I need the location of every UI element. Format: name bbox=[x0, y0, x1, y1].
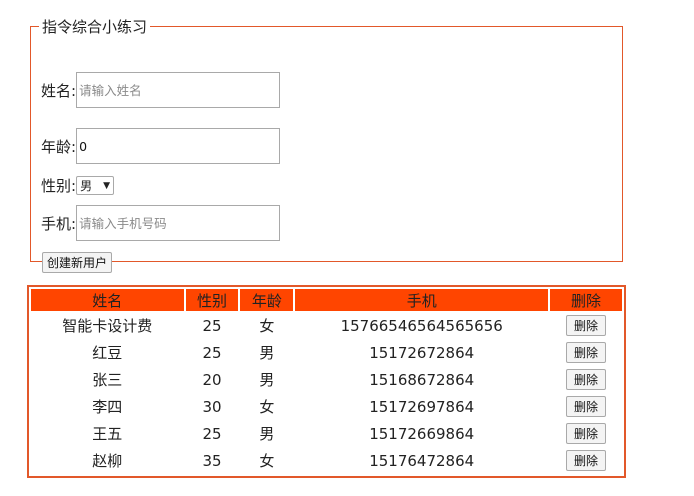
delete-button[interactable]: 删除 bbox=[566, 423, 607, 444]
cell-phone: 15172697864 bbox=[369, 397, 475, 416]
age-input[interactable] bbox=[76, 128, 281, 164]
delete-button[interactable]: 删除 bbox=[566, 396, 607, 417]
cell-name: 张三 bbox=[92, 371, 123, 389]
delete-button[interactable]: 删除 bbox=[566, 315, 607, 336]
cell-delete: 删除 bbox=[550, 421, 622, 446]
cell-name: 红豆 bbox=[92, 344, 123, 362]
cell-age: 男 bbox=[259, 344, 275, 362]
form-legend: 指令综合小练习 bbox=[42, 18, 148, 36]
cell-phone: 15176472864 bbox=[369, 451, 475, 470]
gender-row: 性别: 男 ▼ bbox=[41, 175, 115, 196]
create-row: 创建新用户 bbox=[42, 252, 113, 273]
delete-button[interactable]: 删除 bbox=[566, 342, 607, 363]
gender-select[interactable]: 男 ▼ bbox=[76, 176, 115, 195]
cell-name: 智能卡设计费 bbox=[62, 317, 153, 335]
table-row: 赵柳 35 女 15176472864 删除 bbox=[31, 448, 622, 473]
age-row: 年龄: bbox=[41, 128, 281, 164]
header-gender: 性别 bbox=[185, 289, 239, 311]
cell-gender: 25 bbox=[202, 424, 222, 443]
cell-age: 女 bbox=[259, 452, 275, 470]
cell-delete: 删除 bbox=[550, 448, 622, 473]
cell-phone: 15168672864 bbox=[369, 370, 475, 389]
name-input[interactable] bbox=[76, 72, 281, 108]
delete-button[interactable]: 删除 bbox=[566, 369, 607, 390]
cell-age: 男 bbox=[259, 371, 275, 389]
cell-age: 女 bbox=[259, 317, 275, 335]
cell-name: 赵柳 bbox=[92, 452, 123, 470]
header-phone: 手机 bbox=[295, 289, 549, 311]
name-row: 姓名: bbox=[41, 72, 281, 108]
header-age: 年龄 bbox=[240, 289, 294, 311]
cell-delete: 删除 bbox=[550, 367, 622, 392]
phone-input[interactable] bbox=[76, 205, 281, 241]
cell-phone: 15766546564565656 bbox=[340, 316, 503, 335]
cell-delete: 删除 bbox=[550, 394, 622, 419]
cell-age: 女 bbox=[259, 398, 275, 416]
cell-name: 李四 bbox=[92, 398, 123, 416]
gender-selected-value: 男 bbox=[80, 179, 93, 193]
create-user-button[interactable]: 创建新用户 bbox=[42, 252, 113, 273]
cell-gender: 25 bbox=[202, 316, 222, 335]
cell-delete: 删除 bbox=[550, 313, 622, 338]
cell-delete: 删除 bbox=[550, 340, 622, 365]
cell-gender: 20 bbox=[202, 370, 222, 389]
user-form-fieldset: 指令综合小练习 姓名: 年龄: 性别: 男 ▼ 手机: 创建新用户 bbox=[30, 16, 623, 273]
table-row: 智能卡设计费 25 女 15766546564565656 删除 bbox=[31, 313, 622, 338]
cell-gender: 25 bbox=[202, 343, 222, 362]
header-delete: 删除 bbox=[550, 289, 622, 311]
dropdown-caret-icon: ▼ bbox=[103, 180, 111, 191]
phone-row: 手机: bbox=[41, 205, 281, 241]
cell-gender: 30 bbox=[202, 397, 222, 416]
header-name: 姓名 bbox=[31, 289, 184, 311]
table-header-row: 姓名 性别 年龄 手机 删除 bbox=[31, 289, 622, 311]
age-label: 年龄: bbox=[41, 137, 77, 156]
cell-gender: 35 bbox=[202, 451, 222, 470]
delete-button[interactable]: 删除 bbox=[566, 450, 607, 471]
table-row: 王五 25 男 15172669864 删除 bbox=[31, 421, 622, 446]
table-row: 红豆 25 男 15172672864 删除 bbox=[31, 340, 622, 365]
cell-phone: 15172672864 bbox=[369, 343, 475, 362]
cell-age: 男 bbox=[259, 425, 275, 443]
name-label: 姓名: bbox=[41, 81, 77, 100]
user-table-container: 姓名 性别 年龄 手机 删除 智能卡设计费 25 女 1576654656456… bbox=[27, 285, 626, 478]
gender-label: 性别: bbox=[41, 177, 77, 195]
table-row: 李四 30 女 15172697864 删除 bbox=[31, 394, 622, 419]
cell-phone: 15172669864 bbox=[369, 424, 475, 443]
table-row: 张三 20 男 15168672864 删除 bbox=[31, 367, 622, 392]
cell-name: 王五 bbox=[92, 425, 123, 443]
phone-label: 手机: bbox=[41, 214, 77, 233]
user-table: 姓名 性别 年龄 手机 删除 智能卡设计费 25 女 1576654656456… bbox=[29, 287, 624, 475]
